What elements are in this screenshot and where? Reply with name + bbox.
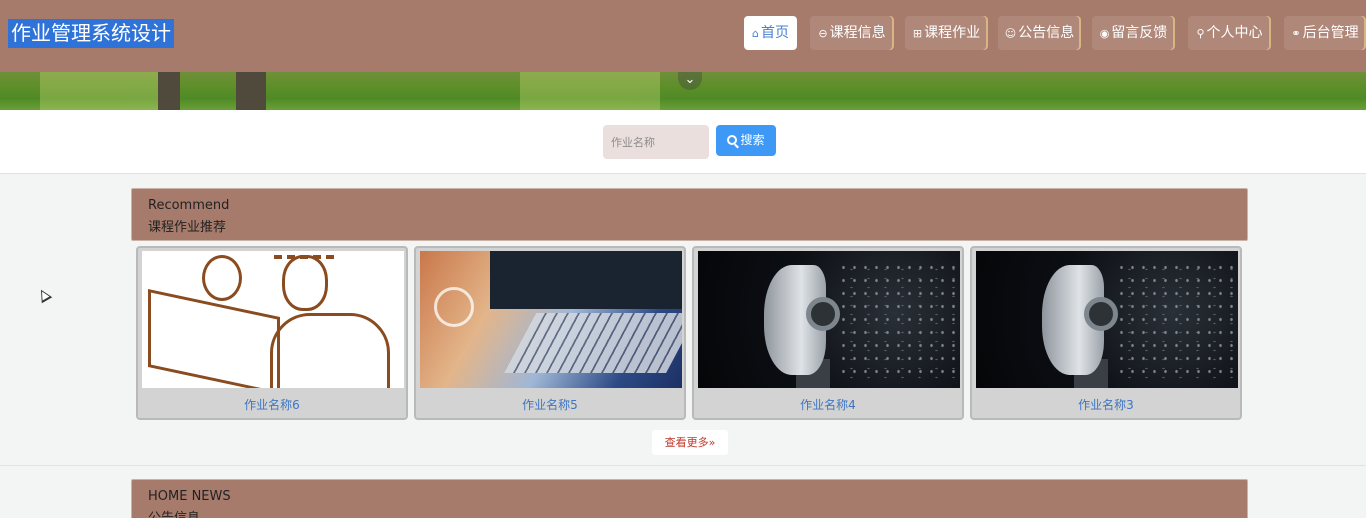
user-icon: ⚲ — [1196, 27, 1205, 40]
site-header: 作业管理系统设计 ⌂ 首页 ⊖ 课程信息 ⊞ 课程作业 ☺ 公告信息 ◉ 留言反馈 ⚲ 个人… — [0, 0, 1366, 72]
homework-card[interactable]: 作业名称6 — [136, 246, 408, 420]
recommend-title-cn: 课程作业推荐 — [148, 220, 227, 235]
nav-course-info-label: 课程信息 — [829, 25, 886, 41]
home-icon: ⌂ — [752, 27, 759, 40]
news-title-cn: 公告信息 — [148, 507, 200, 518]
mouse-cursor-icon — [35, 286, 53, 304]
recommend-title-en: Recommend — [148, 198, 230, 213]
banner-highlight — [520, 72, 660, 110]
site-title: 作业管理系统设计 — [8, 19, 174, 48]
homework-card[interactable]: 作业名称4 — [692, 246, 964, 420]
search-icon — [727, 135, 738, 145]
nav-notice[interactable]: ☺ 公告信息 — [998, 16, 1081, 50]
banner-tree — [236, 72, 266, 110]
homework-image[interactable] — [976, 251, 1238, 388]
homework-card[interactable]: 作业名称3 — [970, 246, 1242, 420]
homework-icon: ⊞ — [912, 27, 923, 40]
search-button-label: 搜索 — [740, 133, 765, 147]
homework-image[interactable] — [142, 251, 404, 388]
message-icon: ◉ — [1099, 27, 1110, 40]
view-more-label: 查看更多 — [664, 436, 709, 449]
search-button[interactable]: 搜索 — [716, 125, 776, 156]
nav-home-label: 首页 — [760, 25, 789, 41]
nav-admin-label: 后台管理 — [1302, 25, 1359, 41]
homework-name[interactable]: 作业名称5 — [416, 396, 684, 413]
homework-name[interactable]: 作业名称6 — [138, 396, 406, 413]
nav-feedback[interactable]: ◉ 留言反馈 — [1092, 16, 1175, 50]
nav-course-homework-label: 课程作业 — [924, 25, 981, 41]
recommend-header: Recommend 课程作业推荐 — [131, 188, 1248, 241]
banner-tree — [158, 72, 180, 110]
search-bar: 搜索 — [0, 110, 1366, 174]
nav-feedback-label: 留言反馈 — [1111, 25, 1168, 41]
chevron-down-icon[interactable]: ⌄ — [678, 72, 702, 90]
nav-profile[interactable]: ⚲ 个人中心 — [1188, 16, 1271, 50]
notice-icon: ☺ — [1004, 27, 1017, 40]
homework-image[interactable] — [698, 251, 960, 388]
nav-profile-label: 个人中心 — [1206, 25, 1263, 41]
nav-admin[interactable]: ⚭ 后台管理 — [1284, 16, 1366, 50]
double-chevron-right-icon: » — [708, 436, 716, 449]
course-icon: ⊖ — [818, 27, 828, 40]
section-divider — [0, 465, 1366, 466]
homework-card[interactable]: 作业名称5 — [414, 246, 686, 420]
homework-name[interactable]: 作业名称4 — [694, 396, 962, 413]
nav-course-homework[interactable]: ⊞ 课程作业 — [905, 16, 988, 50]
search-input[interactable] — [603, 125, 709, 159]
homework-name[interactable]: 作业名称3 — [972, 396, 1240, 413]
link-icon: ⚭ — [1291, 27, 1301, 40]
nav-notice-label: 公告信息 — [1018, 25, 1075, 41]
homework-image[interactable] — [420, 251, 682, 388]
news-title-en: HOME NEWS — [148, 489, 231, 504]
nav-course-info[interactable]: ⊖ 课程信息 — [810, 16, 894, 50]
banner-image: ⌄ — [0, 72, 1366, 110]
view-more-button[interactable]: 查看更多» — [652, 430, 728, 455]
news-header: HOME NEWS 公告信息 — [131, 479, 1248, 518]
nav-home[interactable]: ⌂ 首页 — [744, 16, 797, 50]
